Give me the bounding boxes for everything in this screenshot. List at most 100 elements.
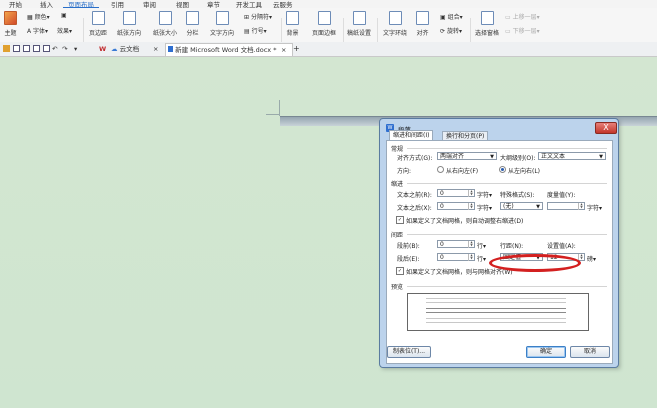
columns-button[interactable]: 分栏 xyxy=(186,11,199,37)
text-direction-button[interactable]: 文字方向 xyxy=(210,11,234,37)
page-border-label: 页面边框 xyxy=(312,30,337,37)
margin-marker xyxy=(266,114,280,115)
tab-document[interactable]: 新建 Microsoft Word 文档.docx * × xyxy=(165,43,293,56)
background-label: 背景 xyxy=(286,30,299,37)
undo-icon[interactable]: ↶ xyxy=(52,43,57,55)
margins-icon xyxy=(91,11,105,25)
margins-button[interactable]: 页边距 xyxy=(89,11,107,37)
cancel-button[interactable]: 取消 xyxy=(570,346,610,358)
group-divider xyxy=(407,234,607,235)
colors-button[interactable]: ▦ 颜色▾ xyxy=(27,12,50,21)
ribbon-separator xyxy=(377,18,378,44)
spinner-arrows-icon[interactable]: ▲ ▼ xyxy=(468,203,474,210)
tabs-button[interactable]: 制表位(T)... xyxy=(387,346,431,358)
background-button[interactable]: 背景 xyxy=(286,11,299,37)
special-format-select[interactable]: (无) ▼ xyxy=(500,202,543,210)
measure-spinner[interactable]: ▲ ▼ xyxy=(547,202,585,210)
rtl-radio[interactable] xyxy=(437,166,444,173)
outline-level-select[interactable]: 正文文本 ▼ xyxy=(538,152,606,160)
ltr-label[interactable]: 从左向右(L) xyxy=(508,166,540,175)
space-after-value: 0 xyxy=(440,254,444,261)
redo-icon[interactable]: ↷ xyxy=(62,43,67,55)
chevron-down-icon: ▼ xyxy=(599,154,603,160)
wps-logo-icon: W xyxy=(99,45,107,53)
measure-unit[interactable]: 字符▾ xyxy=(587,203,602,212)
align-button[interactable]: 对齐 xyxy=(416,11,429,37)
group-divider xyxy=(407,286,607,287)
close-icon[interactable]: × xyxy=(153,43,158,55)
preview-icon[interactable] xyxy=(43,45,50,52)
preview-group-label: 预览 xyxy=(391,284,404,291)
print-icon[interactable] xyxy=(33,45,40,52)
snap-grid-label[interactable]: 如果定义了文档网格，则与网格对齐(W) xyxy=(406,267,513,276)
export-icon[interactable] xyxy=(23,45,30,52)
ltr-radio[interactable] xyxy=(499,166,506,173)
tab-cloud-docs[interactable]: ☁ 云文档 × xyxy=(111,43,166,55)
before-text-spinner[interactable]: 0 ▲ ▼ xyxy=(437,189,475,197)
rtl-label[interactable]: 从右向左(F) xyxy=(446,166,478,175)
after-text-spinner[interactable]: 0 ▲ ▼ xyxy=(437,202,475,210)
close-icon[interactable]: × xyxy=(281,44,286,56)
size-button[interactable]: 纸张大小 xyxy=(153,11,177,37)
selection-pane-icon xyxy=(480,11,494,25)
group-button[interactable]: ▣ 组合▾ xyxy=(440,12,463,21)
background-icon xyxy=(286,11,299,25)
new-tab-icon[interactable]: + xyxy=(293,43,300,55)
size-label: 纸张大小 xyxy=(153,30,178,37)
theme-button[interactable]: 主题 xyxy=(4,11,17,37)
customize-icon[interactable]: ▾ xyxy=(74,43,77,55)
page-border-icon xyxy=(317,11,331,25)
alignment-select[interactable]: 两端对齐 ▼ xyxy=(437,152,497,160)
breaks-button[interactable]: ⊞ 分隔符▾ xyxy=(244,12,272,21)
before-text-label: 文本之前(R): xyxy=(397,192,432,199)
group-divider xyxy=(407,183,607,184)
spinner-arrows-icon[interactable]: ▲ ▼ xyxy=(468,190,474,197)
line-numbers-button[interactable]: ▤ 行号▾ xyxy=(244,26,267,35)
setting-unit[interactable]: 磅▾ xyxy=(587,254,596,263)
effects-button[interactable]: 效果▾ xyxy=(57,26,72,35)
space-before-spinner[interactable]: 0 ▲ ▼ xyxy=(437,240,475,248)
paragraph-dialog: W 段落 X 缩进和间距(I) 换行和分页(P) 常规 对齐方式(G): 两端对… xyxy=(379,118,619,368)
auto-indent-label[interactable]: 如果定义了文档网格，则自动调整右缩进(D) xyxy=(406,216,523,225)
dialog-close-button[interactable]: X xyxy=(595,122,617,134)
spinner-arrows-icon[interactable]: ▲ ▼ xyxy=(578,203,584,210)
send-backward-button[interactable]: ▭ 下移一层▾ xyxy=(505,26,540,35)
space-after-unit[interactable]: 行▾ xyxy=(477,254,486,263)
chevron-down-icon: ▼ xyxy=(490,154,494,160)
text-direction-label: 文字方向 xyxy=(210,30,235,37)
bring-forward-button[interactable]: ▭ 上移一层▾ xyxy=(505,12,540,21)
before-text-unit[interactable]: 字符▾ xyxy=(477,190,492,199)
columns-icon xyxy=(186,11,199,25)
preview-line xyxy=(426,302,566,303)
text-wrap-button[interactable]: 文字环绕 xyxy=(383,11,407,37)
save-icon[interactable] xyxy=(13,45,20,52)
text-direction-icon xyxy=(215,11,229,25)
spinner-arrows-icon[interactable]: ▲ ▼ xyxy=(468,254,474,261)
alignment-value: 两端对齐 xyxy=(440,153,465,160)
open-folder-icon[interactable] xyxy=(3,45,10,52)
after-text-unit[interactable]: 字符▾ xyxy=(477,203,492,212)
group-divider xyxy=(407,148,607,149)
cloud-icon: ☁ xyxy=(111,45,118,53)
ribbon-separator xyxy=(281,18,282,44)
annotation-circle xyxy=(489,254,581,272)
fonts-button[interactable]: A 字体▾ xyxy=(27,26,48,35)
effects-icon[interactable]: ▣ xyxy=(61,12,67,19)
space-after-spinner[interactable]: 0 ▲ ▼ xyxy=(437,253,475,261)
margins-label: 页边距 xyxy=(89,30,108,37)
word-doc-icon xyxy=(168,46,173,52)
rotate-button[interactable]: ⟳ 旋转▾ xyxy=(440,26,462,35)
paper-settings-button[interactable]: 稿纸设置 xyxy=(347,11,371,37)
ribbon-separator xyxy=(343,18,344,44)
theme-label: 主题 xyxy=(4,30,17,37)
snap-grid-checkbox[interactable]: ✓ xyxy=(396,267,404,275)
spinner-arrows-icon[interactable]: ▲ ▼ xyxy=(468,241,474,248)
auto-indent-checkbox[interactable]: ✓ xyxy=(396,216,404,224)
selection-pane-button[interactable]: 选择窗格 xyxy=(475,11,499,37)
alignment-label: 对齐方式(G): xyxy=(397,155,433,162)
space-before-unit[interactable]: 行▾ xyxy=(477,241,486,250)
ribbon-separator xyxy=(83,18,84,44)
orientation-button[interactable]: 纸张方向 xyxy=(117,11,141,37)
page-border-button[interactable]: 页面边框 xyxy=(312,11,336,37)
ok-button[interactable]: 确定 xyxy=(526,346,566,358)
